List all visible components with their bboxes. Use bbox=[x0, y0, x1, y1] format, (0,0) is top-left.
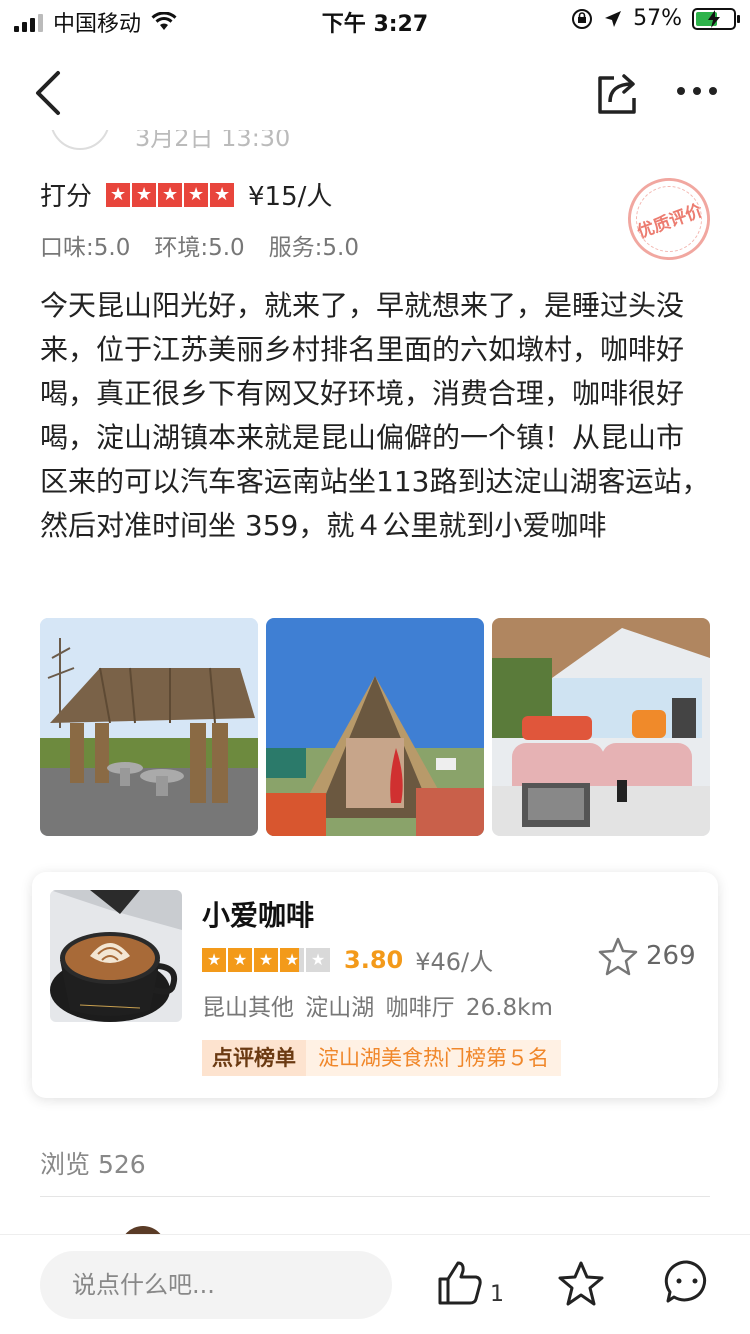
star-icon: ★ bbox=[202, 947, 226, 972]
score-row: 打分 ★ ★ ★ ★ ★ ¥15/人 bbox=[40, 176, 332, 213]
status-right: 57% bbox=[571, 6, 740, 31]
review-rating-stars: ★ ★ ★ ★ ★ bbox=[106, 182, 235, 207]
reviewer-meta-clipped: 3月2日 13:30 bbox=[40, 130, 340, 158]
service-score: 服务:5.0 bbox=[268, 235, 359, 261]
a-frame-hut-photo[interactable] bbox=[266, 618, 484, 836]
thumbs-up-icon bbox=[438, 1261, 482, 1305]
review-photos bbox=[40, 618, 710, 836]
ranking-badge[interactable]: 点评榜单 淀山湖美食热门榜第５名 bbox=[202, 1040, 561, 1076]
like-count: 1 bbox=[490, 1282, 504, 1307]
navigation-bar bbox=[0, 48, 750, 138]
environment-score: 环境:5.0 bbox=[154, 235, 245, 261]
shop-price: ¥46/人 bbox=[415, 948, 494, 976]
battery-percent: 57% bbox=[633, 6, 682, 31]
comment-input[interactable]: 说点什么吧... bbox=[40, 1251, 392, 1319]
star-icon: ★ bbox=[280, 947, 304, 972]
shop-thumbnail[interactable] bbox=[50, 890, 182, 1022]
favorite-button[interactable]: 269 bbox=[598, 936, 696, 976]
battery-icon bbox=[692, 7, 740, 30]
quality-review-badge: 优质评价 bbox=[616, 166, 722, 272]
shop-rating-score: 3.80 bbox=[344, 945, 404, 974]
comment-peek bbox=[40, 1222, 240, 1234]
taste-score: 口味:5.0 bbox=[40, 235, 131, 261]
star-icon: ★ bbox=[228, 947, 252, 972]
more-icon[interactable] bbox=[672, 76, 722, 106]
reviewer-avatar[interactable] bbox=[50, 130, 110, 150]
share-icon[interactable] bbox=[592, 68, 642, 118]
star-icon: ★ bbox=[306, 947, 330, 972]
comment-bubble-icon[interactable] bbox=[664, 1259, 710, 1305]
view-count: 浏览 526 bbox=[40, 1150, 146, 1179]
thatched-pavilion-photo[interactable] bbox=[40, 618, 258, 836]
shop-card[interactable]: 小爱咖啡 ★ ★ ★ ★ ★ 3.80 ¥46/人 269 昆山其他 淀山湖 咖啡厅 2… bbox=[32, 872, 718, 1098]
star-icon: ★ bbox=[210, 182, 235, 207]
commenter-avatar[interactable] bbox=[120, 1226, 166, 1234]
shop-tags: 昆山其他 淀山湖 咖啡厅 26.8km bbox=[202, 995, 553, 1021]
bottom-action-bar: 说点什么吧... 1 bbox=[0, 1234, 750, 1334]
review-date: 3月2日 13:30 bbox=[135, 130, 291, 152]
review-price: ¥15/人 bbox=[248, 182, 333, 212]
back-chevron-icon[interactable] bbox=[30, 70, 70, 116]
shop-rating-row: ★ ★ ★ ★ ★ 3.80 ¥46/人 bbox=[202, 942, 493, 977]
score-label: 打分 bbox=[40, 182, 93, 212]
sub-scores: 口味:5.0 环境:5.0 服务:5.0 bbox=[40, 228, 359, 262]
star-icon: ★ bbox=[254, 947, 278, 972]
favorite-count: 269 bbox=[646, 941, 696, 971]
ranking-text: 淀山湖美食热门榜第５名 bbox=[306, 1040, 561, 1076]
like-button[interactable]: 1 bbox=[436, 1259, 504, 1307]
star-icon: ★ bbox=[184, 182, 209, 207]
collect-star-icon[interactable] bbox=[556, 1259, 606, 1309]
star-icon: ★ bbox=[106, 182, 131, 207]
ranking-tag: 点评榜单 bbox=[202, 1040, 306, 1076]
orientation-lock-icon bbox=[572, 8, 593, 29]
shop-rating-stars: ★ ★ ★ ★ ★ bbox=[202, 947, 330, 972]
cafe-interior-photo[interactable] bbox=[492, 618, 710, 836]
shop-name[interactable]: 小爱咖啡 bbox=[202, 894, 314, 934]
star-icon: ★ bbox=[158, 182, 183, 207]
divider bbox=[40, 1196, 710, 1197]
location-arrow-icon bbox=[605, 10, 622, 27]
star-icon: ★ bbox=[132, 182, 157, 207]
status-bar: 中国移动 下午 3:27 57% bbox=[0, 0, 750, 40]
charging-bolt-icon bbox=[708, 9, 720, 28]
review-text: 今天昆山阳光好，就来了，早就想来了，是睡过头没来，位于江苏美丽乡村排名里面的六如… bbox=[40, 289, 710, 542]
star-outline-icon bbox=[598, 937, 638, 976]
